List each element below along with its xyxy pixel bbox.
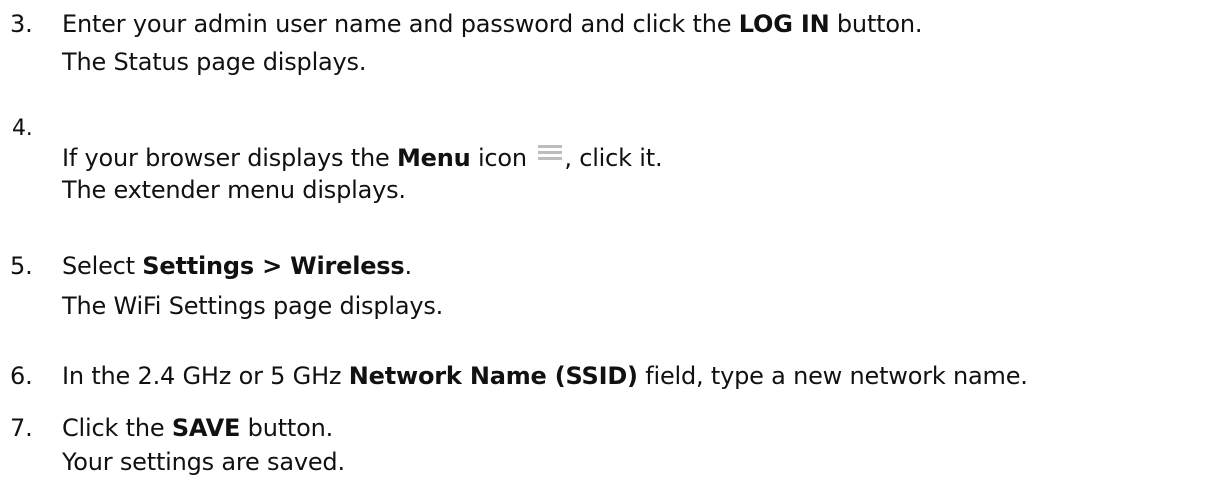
step-5-result: The WiFi Settings page displays.	[62, 292, 444, 320]
hamburger-menu-icon	[538, 138, 563, 160]
step-number: 7.	[10, 414, 33, 442]
step-7-instruction: Click the SAVE button.	[62, 414, 334, 442]
step-3-instruction: Enter your admin user name and password …	[62, 10, 923, 38]
step-3-result: The Status page displays.	[62, 48, 367, 76]
step-number: 4.	[12, 116, 33, 141]
step-7-result: Your settings are saved.	[62, 448, 345, 476]
step-number: 6.	[10, 362, 33, 390]
step-number: 5.	[10, 252, 33, 280]
step-number: 3.	[10, 10, 33, 38]
step-5-instruction: Select Settings > Wireless.	[62, 252, 412, 280]
menu-label: Menu	[396, 144, 471, 172]
save-label: SAVE	[171, 414, 241, 442]
settings-wireless-label: Settings > Wireless	[142, 252, 405, 280]
step-6-instruction: In the 2.4 GHz or 5 GHz Network Name (SS…	[62, 362, 1028, 390]
instructions-page: { "steps": [ { "number": "3.", "line1_pr…	[0, 0, 1219, 484]
step-4-result: The extender menu displays.	[62, 176, 406, 204]
network-name-ssid-label: Network Name (SSID)	[348, 362, 638, 390]
step-4-instruction: If your browser displays the Menu icon ,…	[62, 138, 663, 172]
log-in-label: LOG IN	[738, 10, 830, 38]
